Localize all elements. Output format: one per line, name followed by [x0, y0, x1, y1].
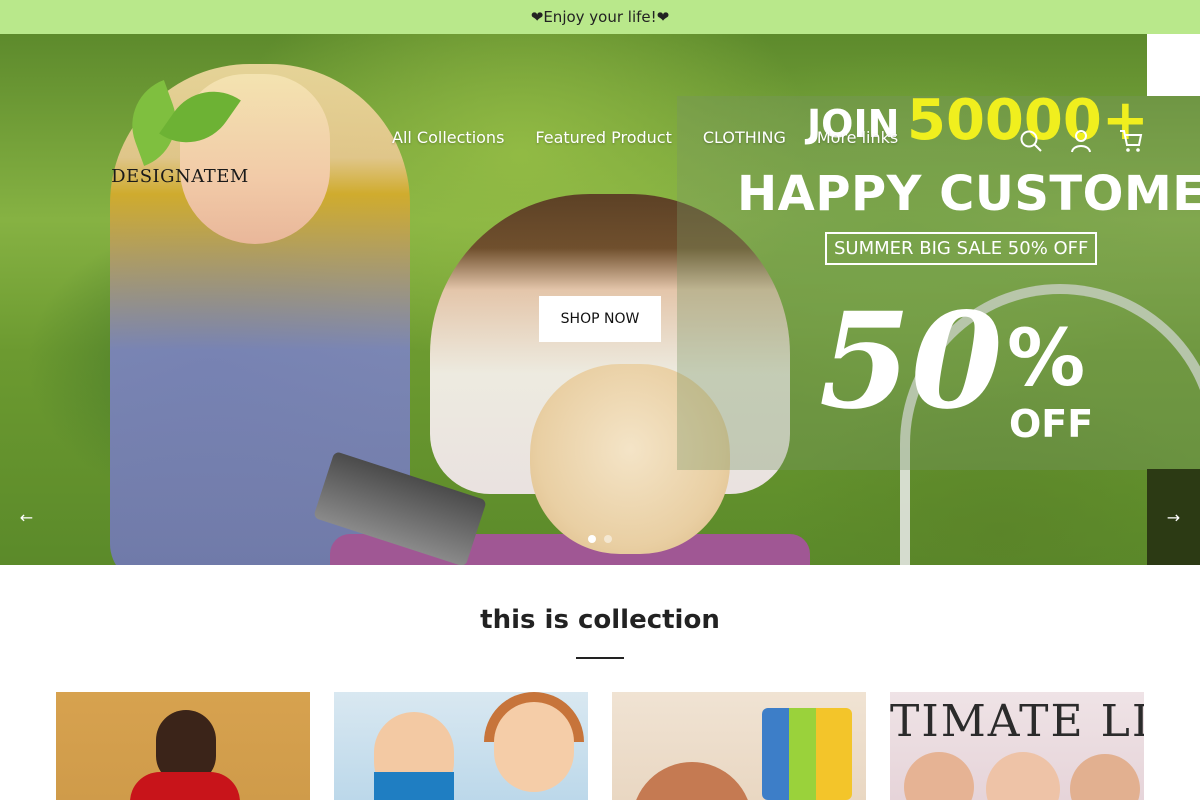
- slide-dot[interactable]: [604, 535, 612, 543]
- card-image-red-dress: [130, 772, 240, 800]
- slide-dots: [588, 535, 612, 543]
- arrow-left-icon: ←: [19, 507, 34, 527]
- hero-slideshow: DESIGNATEM JOIN 50000+ HAPPY CUSTOMERS S…: [0, 34, 1200, 565]
- promo-off: OFF: [1009, 402, 1094, 446]
- slide-dot[interactable]: [588, 535, 596, 543]
- card-image-toy-blocks: [762, 708, 852, 800]
- arrow-right-icon: →: [1166, 507, 1181, 527]
- collection-title: this is collection: [480, 605, 720, 635]
- card-image-face: [904, 752, 974, 800]
- leaf-icon: [159, 72, 241, 162]
- nav-clothing[interactable]: CLOTHING: [703, 128, 786, 152]
- shop-now-button[interactable]: SHOP NOW: [539, 296, 661, 342]
- header-corner: [1147, 34, 1200, 96]
- site-logo[interactable]: DESIGNATEM: [110, 72, 250, 190]
- slide-next-button[interactable]: →: [1147, 469, 1200, 565]
- search-icon[interactable]: [1018, 128, 1044, 154]
- card-magazine-title: TIMATE LI: [890, 696, 1144, 747]
- announcement-bar: ❤Enjoy your life!❤: [0, 0, 1200, 34]
- collection-card[interactable]: [56, 692, 310, 800]
- collection-title-underline: [576, 657, 624, 659]
- promo-big-number: 50: [819, 284, 1003, 439]
- card-image-kid: [494, 702, 574, 792]
- cart-icon[interactable]: [1118, 128, 1144, 154]
- nav-all-collections[interactable]: All Collections: [392, 128, 504, 152]
- nav-featured-product[interactable]: Featured Product: [535, 128, 671, 152]
- slide-prev-button[interactable]: ←: [0, 469, 53, 565]
- announcement-text: ❤Enjoy your life!❤: [530, 8, 670, 26]
- card-image-face: [986, 752, 1060, 800]
- account-icon[interactable]: [1068, 128, 1094, 154]
- logo-text: DESIGNATEM: [111, 166, 249, 187]
- card-image-kid-shirt: [374, 772, 454, 800]
- main-nav: All Collections Featured Product CLOTHIN…: [392, 128, 898, 152]
- collection-card[interactable]: [612, 692, 866, 800]
- card-image-face: [1070, 754, 1140, 800]
- header-icons: [1018, 128, 1144, 154]
- collection-card[interactable]: [334, 692, 588, 800]
- nav-more-links[interactable]: More links: [817, 128, 898, 152]
- promo-headline: HAPPY CUSTOMERS: [737, 166, 1200, 222]
- promo-sale-box: SUMMER BIG SALE 50% OFF: [825, 232, 1098, 265]
- card-image-teddy-bear: [632, 762, 752, 800]
- promo-percent: %: [1007, 314, 1086, 404]
- collection-card[interactable]: TIMATE LI: [890, 692, 1144, 800]
